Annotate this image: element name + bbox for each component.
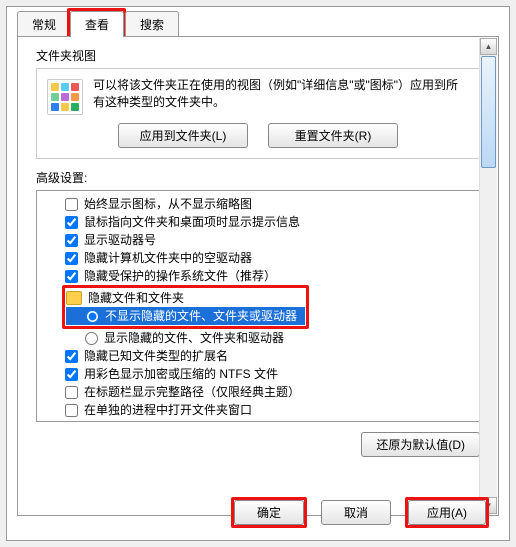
folder-views-icon [47, 79, 83, 115]
list-item[interactable]: 隐藏受保护的操作系统文件（推荐） [65, 267, 473, 285]
folder-icon [66, 291, 82, 305]
checkbox[interactable] [65, 404, 78, 417]
list-item[interactable]: 鼠标指向文件夹和桌面项时显示提示信息 [65, 213, 473, 231]
list-item[interactable]: 在缩略图上显示文件图标 [65, 419, 473, 422]
checkbox[interactable] [65, 198, 78, 211]
list-item[interactable]: 显示驱动器号 [65, 231, 473, 249]
advanced-settings-tree[interactable]: 始终显示图标，从不显示缩略图 鼠标指向文件夹和桌面项时显示提示信息 显示驱动器号… [36, 190, 480, 422]
checkbox[interactable] [65, 270, 78, 283]
checkbox[interactable] [65, 368, 78, 381]
tab-search[interactable]: 搜索 [125, 11, 179, 37]
checkbox[interactable] [65, 216, 78, 229]
checkbox[interactable] [65, 422, 78, 423]
scrollbar[interactable]: ▲ ▼ [479, 190, 480, 422]
restore-defaults-button[interactable]: 还原为默认值(D) [361, 432, 480, 457]
checkbox[interactable] [65, 252, 78, 265]
advanced-settings-label: 高级设置: [36, 169, 480, 186]
checkbox[interactable] [65, 350, 78, 363]
tab-general[interactable]: 常规 [17, 11, 71, 37]
list-item[interactable]: 始终显示图标，从不显示缩略图 [65, 195, 473, 213]
apply-button[interactable]: 应用(A) [408, 500, 486, 525]
list-item[interactable]: 显示隐藏的文件、文件夹和驱动器 [65, 329, 473, 347]
cancel-button[interactable]: 取消 [321, 500, 391, 525]
folder-options-dialog: 常规 查看 搜索 文件夹视图 可以将该文件夹正在使用的视图（例如"详细信息"或"… [6, 6, 510, 541]
list-item[interactable]: 隐藏已知文件类型的扩展名 [65, 347, 473, 365]
checkbox[interactable] [65, 386, 78, 399]
list-item[interactable]: 隐藏计算机文件夹中的空驱动器 [65, 249, 473, 267]
list-item[interactable]: 隐藏文件和文件夹 [66, 289, 305, 307]
list-item[interactable]: 在标题栏显示完整路径（仅限经典主题） [65, 383, 473, 401]
dialog-footer: 确定 取消 应用(A) [231, 497, 489, 528]
radio[interactable] [86, 310, 99, 323]
list-item[interactable]: 用彩色显示加密或压缩的 NTFS 文件 [65, 365, 473, 383]
folder-views-label: 文件夹视图 [36, 47, 480, 64]
checkbox[interactable] [65, 234, 78, 247]
apply-to-folders-button[interactable]: 应用到文件夹(L) [118, 123, 248, 148]
list-item[interactable]: 不显示隐藏的文件、文件夹或驱动器 [66, 307, 305, 325]
list-item[interactable]: 在单独的进程中打开文件夹窗口 [65, 401, 473, 419]
folder-views-description: 可以将该文件夹正在使用的视图（例如"详细信息"或"图标"）应用到所有这种类型的文… [93, 77, 469, 115]
tab-strip: 常规 查看 搜索 [7, 7, 509, 37]
tab-panel-view: 文件夹视图 可以将该文件夹正在使用的视图（例如"详细信息"或"图标"）应用到所有… [17, 36, 499, 516]
reset-folders-button[interactable]: 重置文件夹(R) [268, 123, 398, 148]
tab-view[interactable]: 查看 [70, 11, 124, 37]
radio[interactable] [85, 332, 98, 345]
ok-button[interactable]: 确定 [234, 500, 304, 525]
folder-views-group: 可以将该文件夹正在使用的视图（例如"详细信息"或"图标"）应用到所有这种类型的文… [36, 68, 480, 159]
